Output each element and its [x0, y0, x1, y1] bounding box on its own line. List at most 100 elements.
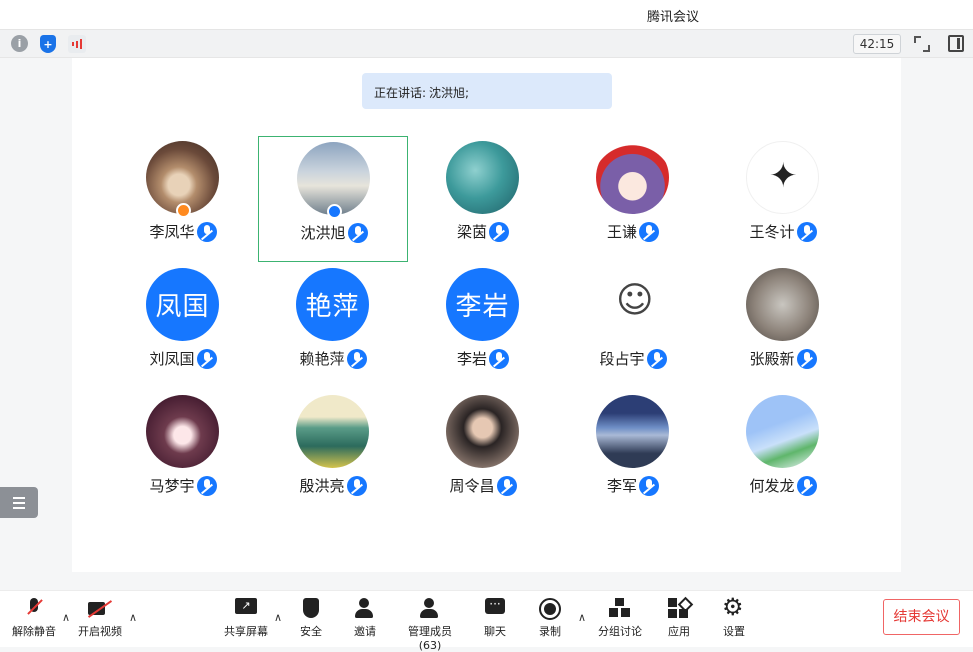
invite-label: 邀请 — [354, 625, 376, 638]
info-icon[interactable]: i — [11, 35, 28, 52]
participant-name: 周令昌 — [449, 477, 495, 495]
participant-tile[interactable]: 段占宇 — [558, 263, 708, 389]
participant-tile[interactable]: 何发龙 — [708, 390, 858, 516]
share-options-chevron-icon[interactable]: ∧ — [274, 611, 282, 624]
participant-name: 刘凤国 — [149, 350, 195, 368]
participant-name: 沈洪旭 — [300, 224, 346, 242]
manage-members-button[interactable]: 管理成员(63) — [397, 598, 463, 652]
security-shield-icon[interactable]: + — [40, 35, 56, 53]
participant-tile[interactable]: 艳萍 赖艳萍 — [258, 263, 408, 389]
participant-name: 何发龙 — [749, 477, 795, 495]
unmute-button[interactable]: 解除静音 — [11, 598, 57, 639]
avatar — [596, 395, 669, 468]
mic-muted-icon — [496, 475, 517, 496]
title-bar: 腾讯会议 — [0, 0, 973, 30]
speaking-indicator: 正在讲话: 沈洪旭; — [362, 73, 612, 109]
participant-tile[interactable]: 周令昌 — [408, 390, 558, 516]
record-options-chevron-icon[interactable]: ∧ — [578, 611, 586, 624]
participant-name-row: 李岩 — [408, 348, 558, 369]
chat-label: 聊天 — [484, 625, 506, 638]
participant-tile[interactable]: 梁茵 — [408, 136, 558, 262]
mic-muted-icon — [489, 221, 509, 242]
avatar — [596, 268, 669, 341]
host-badge-icon — [176, 203, 191, 218]
participant-tile[interactable]: 沈洪旭 — [258, 136, 408, 262]
mic-muted-icon — [196, 221, 217, 242]
participant-name: 李岩 — [456, 350, 487, 368]
participant-tile[interactable]: 李军 — [558, 390, 708, 516]
mic-muted-icon — [489, 348, 509, 369]
participant-name-row: 刘凤国 — [108, 348, 258, 369]
cohost-badge-icon — [327, 204, 342, 219]
settings-button[interactable]: 设置 — [721, 593, 747, 639]
participant-name-row: 张殿新 — [708, 348, 858, 369]
participant-name: 赖艳萍 — [299, 350, 345, 368]
start-video-button[interactable]: 开启视频 — [77, 598, 123, 639]
bottom-toolbar: 解除静音 ∧ 开启视频 ∧ 共享屏幕 ∧ 安全 邀请 管理成员(63) 聊天 录… — [0, 590, 973, 652]
speaking-label: 正在讲话: — [374, 86, 427, 100]
participant-name-row: 段占宇 — [558, 348, 708, 369]
mic-muted-icon — [346, 475, 367, 496]
participant-name: 马梦宇 — [149, 477, 195, 495]
apps-button[interactable]: 应用 — [666, 598, 692, 639]
breakout-rooms-icon — [609, 598, 631, 620]
participant-tile[interactable]: 王谦 — [558, 136, 708, 262]
speaking-names: 沈洪旭; — [429, 86, 470, 100]
mic-muted-icon — [796, 475, 817, 496]
breakout-label: 分组讨论 — [598, 625, 642, 638]
participant-name: 王冬计 — [749, 223, 795, 241]
manage-members-label: 管理成员(63) — [408, 625, 452, 652]
participant-name-row: 赖艳萍 — [258, 348, 408, 369]
share-screen-button[interactable]: 共享屏幕 — [223, 598, 269, 639]
participant-tile[interactable]: 马梦宇 — [108, 390, 258, 516]
add-user-icon — [354, 598, 376, 620]
participant-tile[interactable]: 王冬计 — [708, 136, 858, 262]
participant-name-row: 李凤华 — [108, 221, 258, 242]
participant-name-row: 何发龙 — [708, 475, 858, 496]
record-icon — [539, 598, 561, 620]
participant-list-toggle-icon[interactable] — [0, 487, 38, 518]
security-label: 安全 — [300, 625, 322, 638]
participant-tile[interactable]: 李岩 李岩 — [408, 263, 558, 389]
invite-button[interactable]: 邀请 — [352, 598, 378, 639]
participant-tile[interactable]: 殷洪亮 — [258, 390, 408, 516]
record-button[interactable]: 录制 — [537, 598, 563, 639]
audio-options-chevron-icon[interactable]: ∧ — [62, 611, 70, 624]
chat-bubble-icon — [485, 598, 505, 620]
side-panel-icon[interactable] — [948, 35, 964, 52]
video-options-chevron-icon[interactable]: ∧ — [129, 611, 137, 624]
unmute-label: 解除静音 — [12, 625, 56, 638]
participant-name: 梁茵 — [456, 223, 487, 241]
avatar — [596, 141, 669, 214]
participant-name: 张殿新 — [749, 350, 795, 368]
participant-tile[interactable]: 张殿新 — [708, 263, 858, 389]
participant-name-row: 王谦 — [558, 221, 708, 242]
participant-name-row: 梁茵 — [408, 221, 558, 242]
participant-tile[interactable]: 李凤华 — [108, 136, 258, 262]
participant-name: 李军 — [606, 477, 637, 495]
chat-button[interactable]: 聊天 — [482, 598, 508, 639]
mic-muted-icon — [646, 348, 667, 369]
meeting-timer: 42:15 — [853, 34, 901, 54]
participant-name-row: 李军 — [558, 475, 708, 496]
mic-muted-icon — [639, 221, 659, 242]
fullscreen-icon[interactable] — [913, 35, 931, 53]
mic-muted-icon — [346, 348, 367, 369]
shield-icon — [303, 598, 319, 620]
end-meeting-button[interactable]: 结束会议 — [883, 599, 960, 635]
avatar — [446, 395, 519, 468]
mic-muted-icon — [796, 221, 817, 242]
participant-name-row: 马梦宇 — [108, 475, 258, 496]
avatar — [746, 268, 819, 341]
start-video-label: 开启视频 — [78, 625, 122, 638]
share-screen-label: 共享屏幕 — [224, 625, 268, 638]
mic-muted-icon — [196, 348, 217, 369]
gear-icon — [722, 593, 745, 621]
record-label: 录制 — [539, 625, 561, 638]
avatar: 凤国 — [146, 268, 219, 341]
breakout-rooms-button[interactable]: 分组讨论 — [597, 598, 643, 639]
security-button[interactable]: 安全 — [298, 598, 324, 639]
apps-label: 应用 — [668, 625, 690, 638]
network-signal-icon[interactable] — [68, 35, 86, 53]
participant-tile[interactable]: 凤国 刘凤国 — [108, 263, 258, 389]
